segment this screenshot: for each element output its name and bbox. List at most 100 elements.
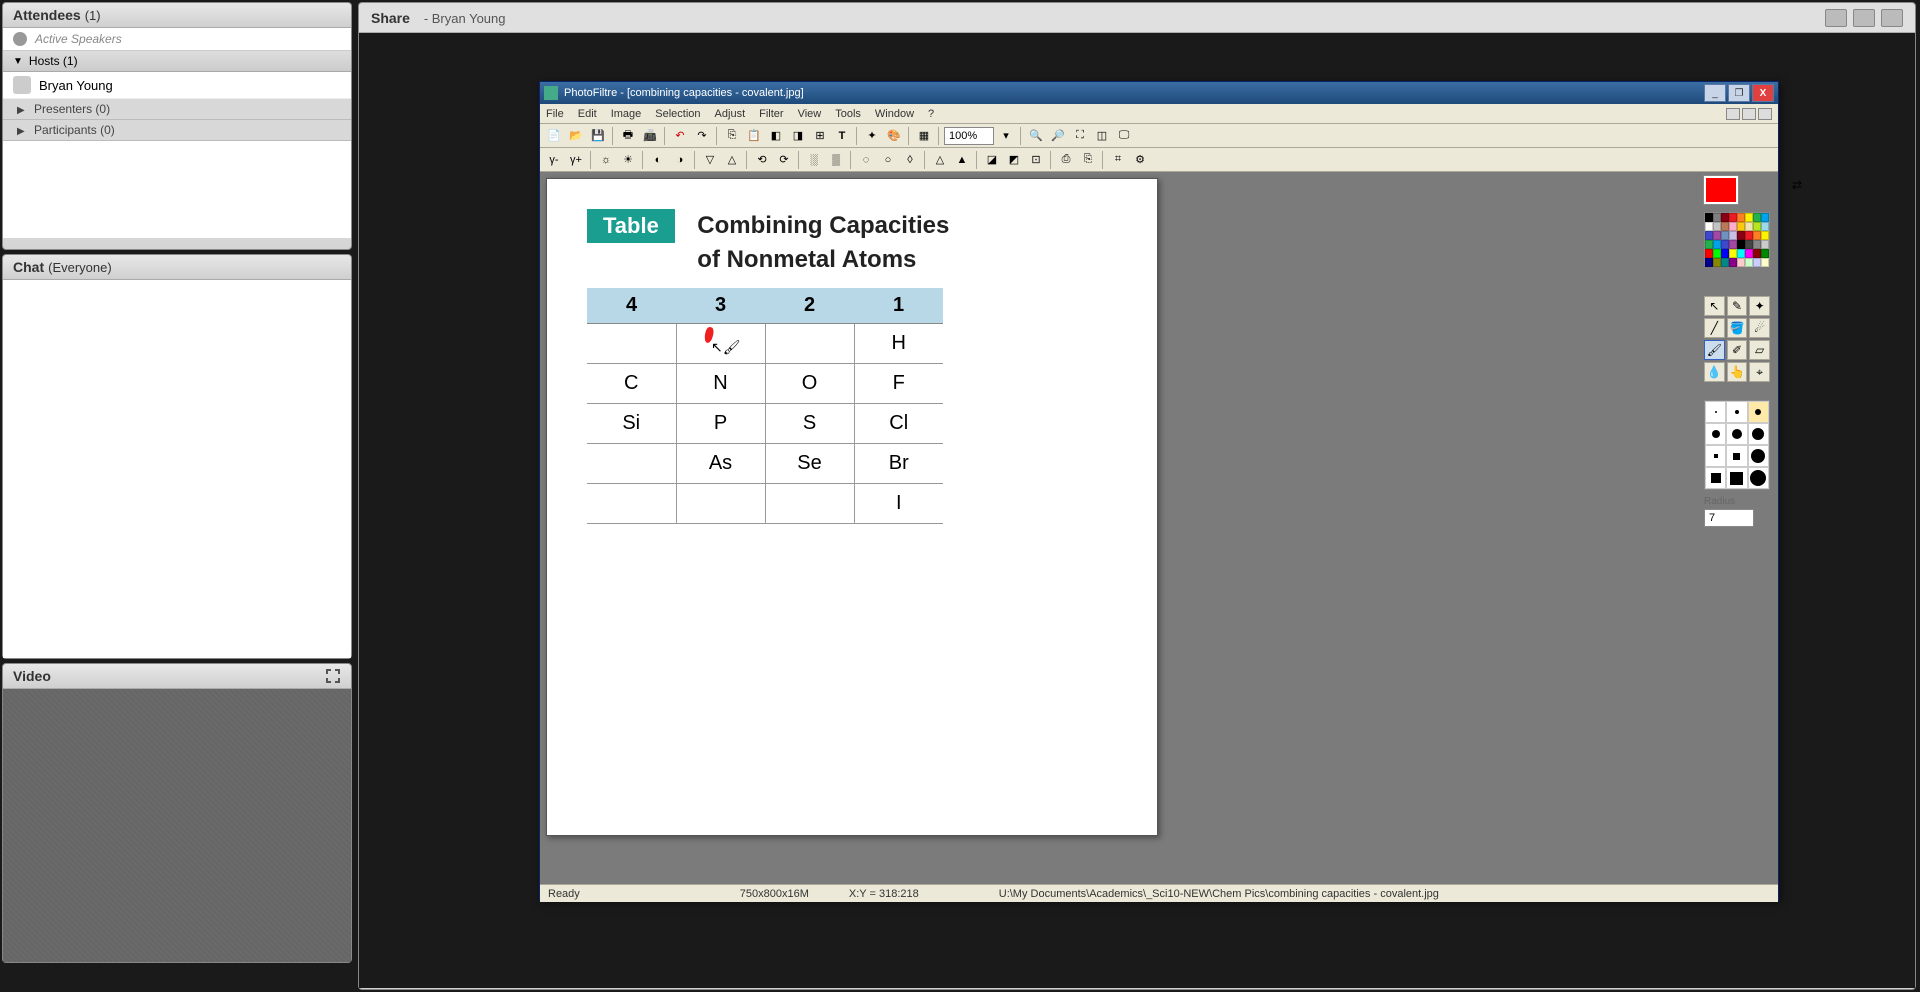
menu-view[interactable]: View [798, 108, 822, 120]
pointer-tool[interactable]: ↖ [1704, 296, 1725, 316]
color-swatch[interactable] [1713, 258, 1721, 267]
minimize-button[interactable]: _ [1704, 84, 1726, 102]
foreground-color-swatch[interactable] [1704, 176, 1738, 204]
brush-9[interactable] [1748, 445, 1769, 467]
sharpen-button[interactable]: ◊ [900, 150, 920, 170]
color-swatch[interactable] [1737, 222, 1745, 231]
color-swatch[interactable] [1713, 213, 1721, 222]
color-swatch[interactable] [1753, 240, 1761, 249]
rotate-right-button[interactable]: ⟳ [774, 150, 794, 170]
color-swatch[interactable] [1761, 213, 1769, 222]
color-swatch[interactable] [1705, 213, 1713, 222]
color-swatch[interactable] [1745, 231, 1753, 240]
contrast-plus-button[interactable]: ◑ [670, 150, 690, 170]
color-swatch[interactable] [1721, 222, 1729, 231]
color-swatch[interactable] [1721, 249, 1729, 258]
eraser-tool[interactable]: ▱ [1749, 340, 1770, 360]
color-swatch[interactable] [1729, 222, 1737, 231]
mdi-close-button[interactable] [1758, 108, 1772, 120]
menu-tools[interactable]: Tools [835, 108, 861, 120]
color-swatch[interactable] [1753, 213, 1761, 222]
pipette-tool[interactable]: ✎ [1727, 296, 1748, 316]
preferences-button[interactable]: ⚙ [1130, 150, 1150, 170]
presenters-group-row[interactable]: ▶ Presenters (0) [3, 99, 351, 120]
menu-file[interactable]: File [546, 108, 564, 120]
fit-button[interactable]: ⛶ [1070, 126, 1090, 146]
brush-tool[interactable]: 🖌 [1704, 340, 1725, 360]
clone-tool[interactable]: ⌖ [1749, 362, 1770, 382]
copy-button[interactable]: ⎘ [722, 126, 742, 146]
brush-1[interactable] [1705, 401, 1726, 423]
wand-tool[interactable]: ✦ [1749, 296, 1770, 316]
window-titlebar[interactable]: PhotoFiltre - [combining capacities - co… [540, 82, 1778, 104]
brush-12[interactable] [1748, 467, 1769, 489]
color-swatch[interactable] [1705, 231, 1713, 240]
color-swatch[interactable] [1761, 222, 1769, 231]
resize-button[interactable]: ⊞ [810, 126, 830, 146]
brush-8[interactable] [1726, 445, 1747, 467]
auto-button[interactable]: ✦ [862, 126, 882, 146]
menu-selection[interactable]: Selection [655, 108, 700, 120]
layout-button-2[interactable] [1853, 9, 1875, 27]
document-window[interactable]: Table Combining Capacities of Nonmetal A… [546, 178, 1158, 836]
menu-window[interactable]: Window [875, 108, 914, 120]
smudge-tool[interactable]: 👆 [1727, 362, 1748, 382]
redo-button[interactable]: ↷ [692, 126, 712, 146]
color-swatch[interactable] [1737, 240, 1745, 249]
scan-button[interactable]: 📠 [640, 126, 660, 146]
color-swatch[interactable] [1713, 222, 1721, 231]
save-button[interactable]: 💾 [588, 126, 608, 146]
zoom-out-button[interactable]: 🔎 [1048, 126, 1068, 146]
brush-6[interactable] [1748, 423, 1769, 445]
maximize-button[interactable]: ❐ [1728, 84, 1750, 102]
color-swatch[interactable] [1745, 213, 1753, 222]
color-swatch[interactable] [1729, 258, 1737, 267]
variation-button[interactable]: △ [930, 150, 950, 170]
paste-button[interactable]: 📋 [744, 126, 764, 146]
brush-7[interactable] [1705, 445, 1726, 467]
color-swatch[interactable] [1721, 258, 1729, 267]
sat-plus-button[interactable]: △ [722, 150, 742, 170]
export-button[interactable]: ⎙ [1056, 150, 1076, 170]
brush-2[interactable] [1726, 401, 1747, 423]
color-swatch[interactable] [1745, 249, 1753, 258]
mdi-minimize-button[interactable] [1726, 108, 1740, 120]
color-swatch[interactable] [1729, 249, 1737, 258]
zoom-in-button[interactable]: 🔍 [1026, 126, 1046, 146]
color-swatch[interactable] [1713, 249, 1721, 258]
gamma-minus-button[interactable]: γ- [544, 150, 564, 170]
grayscale-button[interactable]: ░ [804, 150, 824, 170]
new-button[interactable]: 📄 [544, 126, 564, 146]
color-swatch[interactable] [1713, 240, 1721, 249]
menu-adjust[interactable]: Adjust [715, 108, 746, 120]
print-button[interactable]: 🖶 [618, 126, 638, 146]
bright-minus-button[interactable]: ☼ [596, 150, 616, 170]
color-swatch[interactable] [1713, 231, 1721, 240]
menu-help[interactable]: ? [928, 108, 934, 120]
color-swatch[interactable] [1753, 231, 1761, 240]
color-swatch[interactable] [1753, 258, 1761, 267]
fullscreen-pf-button[interactable]: 🖵 [1114, 126, 1134, 146]
layout-button-1[interactable] [1825, 9, 1847, 27]
color-swatch[interactable] [1729, 240, 1737, 249]
explorer-button[interactable]: ▦ [914, 126, 934, 146]
color-swatch[interactable] [1761, 249, 1769, 258]
color-swatch[interactable] [1721, 213, 1729, 222]
brush-10[interactable] [1705, 467, 1726, 489]
rgb-button[interactable]: ◨ [788, 126, 808, 146]
menu-image[interactable]: Image [611, 108, 642, 120]
zoom-dropdown[interactable]: ▾ [996, 126, 1016, 146]
spray-tool[interactable]: ☄ [1749, 318, 1770, 338]
color-swatch[interactable] [1761, 231, 1769, 240]
color-swatch[interactable] [1745, 258, 1753, 267]
module2-button[interactable]: ⊡ [1026, 150, 1046, 170]
dust-button[interactable]: ◌ [856, 150, 876, 170]
color-swatch[interactable] [1729, 213, 1737, 222]
open-button[interactable]: 📂 [566, 126, 586, 146]
color-swatch[interactable] [1753, 249, 1761, 258]
gif-button[interactable]: ⌗ [1108, 150, 1128, 170]
color-swatch[interactable] [1721, 240, 1729, 249]
blur-button[interactable]: ○ [878, 150, 898, 170]
color-swatch[interactable] [1745, 240, 1753, 249]
color-swatch[interactable] [1729, 231, 1737, 240]
